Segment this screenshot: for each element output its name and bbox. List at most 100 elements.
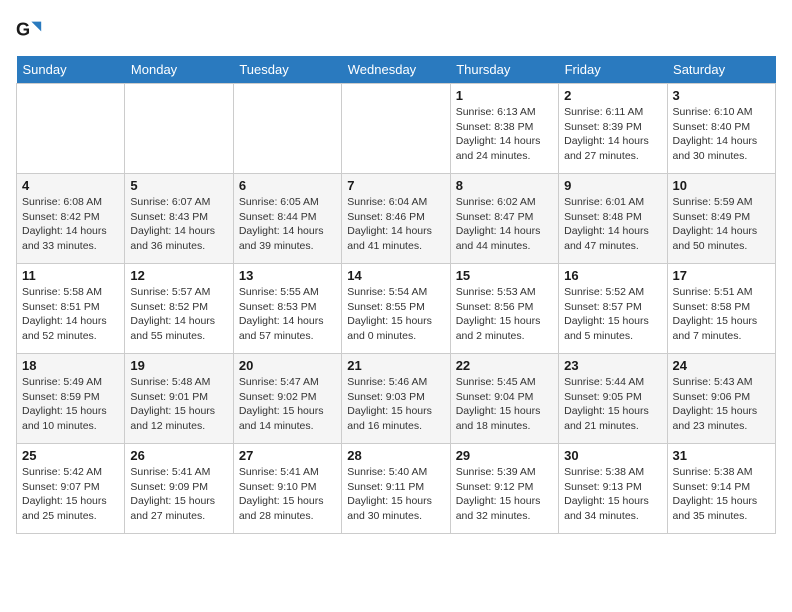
day-info: Sunrise: 5:51 AMSunset: 8:58 PMDaylight:… xyxy=(673,285,770,344)
day-number: 20 xyxy=(239,358,336,373)
day-number: 12 xyxy=(130,268,227,283)
day-cell: 24 Sunrise: 5:43 AMSunset: 9:06 PMDayligh… xyxy=(667,354,775,444)
weekday-header-monday: Monday xyxy=(125,56,233,84)
day-number: 4 xyxy=(22,178,119,193)
logo: G xyxy=(16,16,48,44)
day-info: Sunrise: 5:53 AMSunset: 8:56 PMDaylight:… xyxy=(456,285,553,344)
day-info: Sunrise: 5:57 AMSunset: 8:52 PMDaylight:… xyxy=(130,285,227,344)
week-row-5: 25Sunrise: 5:42 AMSunset: 9:07 PMDayligh… xyxy=(17,444,776,534)
day-cell xyxy=(233,84,341,174)
day-info: Sunrise: 5:45 AMSunset: 9:04 PMDaylight:… xyxy=(456,375,553,434)
day-info: Sunrise: 5:38 AMSunset: 9:14 PMDaylight:… xyxy=(673,465,770,524)
day-cell: 4 Sunrise: 6:08 AMSunset: 8:42 PMDaylight… xyxy=(17,174,125,264)
week-row-1: 1Sunrise: 6:13 AMSunset: 8:38 PMDaylight… xyxy=(17,84,776,174)
day-info: Sunrise: 5:58 AMSunset: 8:51 PMDaylight:… xyxy=(22,285,119,344)
day-cell: 26 Sunrise: 5:41 AMSunset: 9:09 PMDayligh… xyxy=(125,444,233,534)
day-cell: 30 Sunrise: 5:38 AMSunset: 9:13 PMDayligh… xyxy=(559,444,667,534)
day-number: 28 xyxy=(347,448,444,463)
day-number: 9 xyxy=(564,178,661,193)
day-cell xyxy=(125,84,233,174)
day-number: 8 xyxy=(456,178,553,193)
day-number: 5 xyxy=(130,178,227,193)
day-info: Sunrise: 5:41 AMSunset: 9:09 PMDaylight:… xyxy=(130,465,227,524)
weekday-header-sunday: Sunday xyxy=(17,56,125,84)
day-cell: 22 Sunrise: 5:45 AMSunset: 9:04 PMDayligh… xyxy=(450,354,558,444)
day-number: 16 xyxy=(564,268,661,283)
day-cell: 12 Sunrise: 5:57 AMSunset: 8:52 PMDayligh… xyxy=(125,264,233,354)
day-info: Sunrise: 5:40 AMSunset: 9:11 PMDaylight:… xyxy=(347,465,444,524)
day-cell: 2 Sunrise: 6:11 AMSunset: 8:39 PMDaylight… xyxy=(559,84,667,174)
day-cell: 3 Sunrise: 6:10 AMSunset: 8:40 PMDaylight… xyxy=(667,84,775,174)
day-info: Sunrise: 5:44 AMSunset: 9:05 PMDaylight:… xyxy=(564,375,661,434)
day-info: Sunrise: 5:38 AMSunset: 9:13 PMDaylight:… xyxy=(564,465,661,524)
day-info: Sunrise: 6:02 AMSunset: 8:47 PMDaylight:… xyxy=(456,195,553,254)
day-info: Sunrise: 5:47 AMSunset: 9:02 PMDaylight:… xyxy=(239,375,336,434)
day-info: Sunrise: 6:07 AMSunset: 8:43 PMDaylight:… xyxy=(130,195,227,254)
page-header: G xyxy=(16,16,776,44)
day-cell xyxy=(342,84,450,174)
day-cell: 9 Sunrise: 6:01 AMSunset: 8:48 PMDaylight… xyxy=(559,174,667,264)
day-cell: 16 Sunrise: 5:52 AMSunset: 8:57 PMDayligh… xyxy=(559,264,667,354)
day-number: 24 xyxy=(673,358,770,373)
day-cell: 11 Sunrise: 5:58 AMSunset: 8:51 PMDayligh… xyxy=(17,264,125,354)
day-number: 21 xyxy=(347,358,444,373)
weekday-header-thursday: Thursday xyxy=(450,56,558,84)
day-number: 13 xyxy=(239,268,336,283)
day-number: 14 xyxy=(347,268,444,283)
day-cell: 18Sunrise: 5:49 AMSunset: 8:59 PMDayligh… xyxy=(17,354,125,444)
logo-icon: G xyxy=(16,16,44,44)
day-info: Sunrise: 5:55 AMSunset: 8:53 PMDaylight:… xyxy=(239,285,336,344)
week-row-2: 4 Sunrise: 6:08 AMSunset: 8:42 PMDaylight… xyxy=(17,174,776,264)
day-cell: 10 Sunrise: 5:59 AMSunset: 8:49 PMDayligh… xyxy=(667,174,775,264)
day-number: 7 xyxy=(347,178,444,193)
day-cell: 19 Sunrise: 5:48 AMSunset: 9:01 PMDayligh… xyxy=(125,354,233,444)
day-cell: 7 Sunrise: 6:04 AMSunset: 8:46 PMDaylight… xyxy=(342,174,450,264)
day-number: 15 xyxy=(456,268,553,283)
day-info: Sunrise: 6:04 AMSunset: 8:46 PMDaylight:… xyxy=(347,195,444,254)
day-cell: 8 Sunrise: 6:02 AMSunset: 8:47 PMDaylight… xyxy=(450,174,558,264)
day-number: 22 xyxy=(456,358,553,373)
day-info: Sunrise: 6:01 AMSunset: 8:48 PMDaylight:… xyxy=(564,195,661,254)
day-number: 10 xyxy=(673,178,770,193)
day-number: 31 xyxy=(673,448,770,463)
day-number: 30 xyxy=(564,448,661,463)
day-info: Sunrise: 5:54 AMSunset: 8:55 PMDaylight:… xyxy=(347,285,444,344)
day-number: 23 xyxy=(564,358,661,373)
day-cell: 31 Sunrise: 5:38 AMSunset: 9:14 PMDayligh… xyxy=(667,444,775,534)
day-info: Sunrise: 5:46 AMSunset: 9:03 PMDaylight:… xyxy=(347,375,444,434)
day-info: Sunrise: 5:48 AMSunset: 9:01 PMDaylight:… xyxy=(130,375,227,434)
day-number: 3 xyxy=(673,88,770,103)
day-cell: 15 Sunrise: 5:53 AMSunset: 8:56 PMDayligh… xyxy=(450,264,558,354)
weekday-header-friday: Friday xyxy=(559,56,667,84)
day-info: Sunrise: 5:41 AMSunset: 9:10 PMDaylight:… xyxy=(239,465,336,524)
day-info: Sunrise: 5:52 AMSunset: 8:57 PMDaylight:… xyxy=(564,285,661,344)
day-info: Sunrise: 6:11 AMSunset: 8:39 PMDaylight:… xyxy=(564,105,661,164)
day-info: Sunrise: 5:59 AMSunset: 8:49 PMDaylight:… xyxy=(673,195,770,254)
day-number: 2 xyxy=(564,88,661,103)
weekday-header-saturday: Saturday xyxy=(667,56,775,84)
day-cell: 25Sunrise: 5:42 AMSunset: 9:07 PMDayligh… xyxy=(17,444,125,534)
day-cell: 17 Sunrise: 5:51 AMSunset: 8:58 PMDayligh… xyxy=(667,264,775,354)
day-number: 11 xyxy=(22,268,119,283)
day-cell: 23 Sunrise: 5:44 AMSunset: 9:05 PMDayligh… xyxy=(559,354,667,444)
day-info: Sunrise: 5:43 AMSunset: 9:06 PMDaylight:… xyxy=(673,375,770,434)
calendar-table: SundayMondayTuesdayWednesdayThursdayFrid… xyxy=(16,56,776,534)
day-info: Sunrise: 5:39 AMSunset: 9:12 PMDaylight:… xyxy=(456,465,553,524)
day-cell: 14 Sunrise: 5:54 AMSunset: 8:55 PMDayligh… xyxy=(342,264,450,354)
day-info: Sunrise: 6:10 AMSunset: 8:40 PMDaylight:… xyxy=(673,105,770,164)
day-number: 19 xyxy=(130,358,227,373)
day-cell: 20 Sunrise: 5:47 AMSunset: 9:02 PMDayligh… xyxy=(233,354,341,444)
day-info: Sunrise: 6:08 AMSunset: 8:42 PMDaylight:… xyxy=(22,195,119,254)
day-cell: 13 Sunrise: 5:55 AMSunset: 8:53 PMDayligh… xyxy=(233,264,341,354)
day-number: 26 xyxy=(130,448,227,463)
weekday-header-wednesday: Wednesday xyxy=(342,56,450,84)
svg-text:G: G xyxy=(16,20,30,40)
day-cell: 1Sunrise: 6:13 AMSunset: 8:38 PMDaylight… xyxy=(450,84,558,174)
day-number: 17 xyxy=(673,268,770,283)
day-cell xyxy=(17,84,125,174)
day-number: 27 xyxy=(239,448,336,463)
weekday-header-tuesday: Tuesday xyxy=(233,56,341,84)
day-info: Sunrise: 6:05 AMSunset: 8:44 PMDaylight:… xyxy=(239,195,336,254)
week-row-4: 18Sunrise: 5:49 AMSunset: 8:59 PMDayligh… xyxy=(17,354,776,444)
day-cell: 27 Sunrise: 5:41 AMSunset: 9:10 PMDayligh… xyxy=(233,444,341,534)
